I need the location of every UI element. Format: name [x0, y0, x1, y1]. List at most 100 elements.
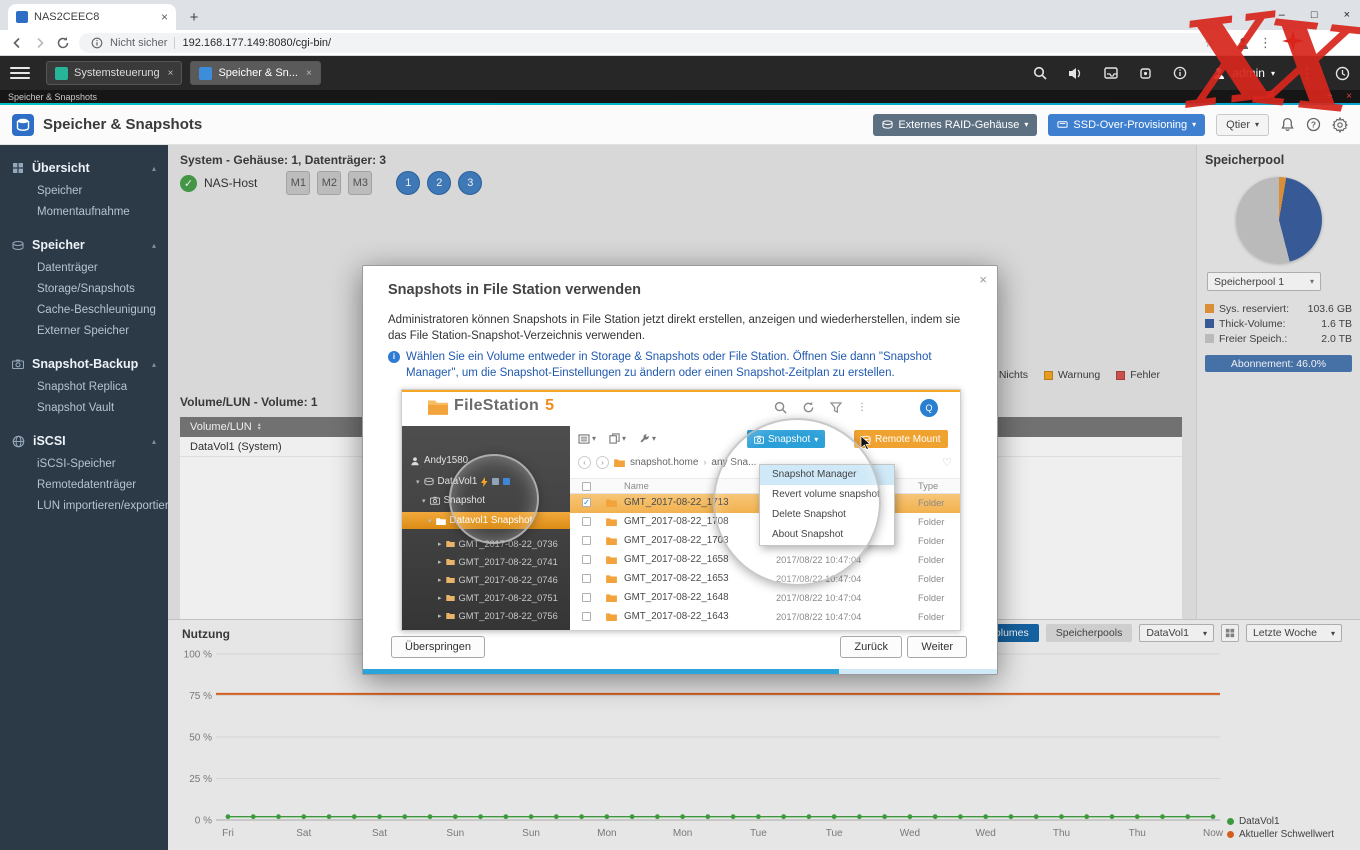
sidebar-item-datentraeger[interactable]: Datenträger: [0, 258, 168, 279]
file-row[interactable]: GMT_2017-08-22_1648 2017/08/22 10:47:04 …: [570, 589, 960, 608]
browser-profile-icon[interactable]: [1236, 36, 1250, 50]
notifications-icon[interactable]: [1173, 66, 1187, 80]
row-checkbox[interactable]: [582, 574, 591, 583]
tools-wrench-button[interactable]: ▾: [639, 433, 656, 444]
tree-item-gmt-snapshot[interactable]: ▸ GMT_2017-08-22_0751: [402, 589, 570, 606]
more-options-icon[interactable]: ⋮: [857, 402, 867, 413]
site-info-icon[interactable]: [91, 37, 103, 49]
menu-item-delete-snapshot[interactable]: Delete Snapshot: [760, 505, 894, 525]
dialog-close-icon[interactable]: ×: [979, 272, 987, 287]
browser-refresh-button[interactable]: [56, 36, 70, 50]
skip-button[interactable]: Überspringen: [391, 636, 486, 658]
external-raid-button[interactable]: Externes RAID-Gehäuse ▾: [873, 113, 1038, 136]
tab-close-icon[interactable]: ×: [161, 10, 168, 24]
menu-item-revert-volume-snapshot[interactable]: Revert volume snapshot: [760, 485, 894, 505]
sidebar-item-storage-snapshots[interactable]: Storage/Snapshots: [0, 279, 168, 300]
browser-forward-button[interactable]: [33, 36, 47, 50]
back-button[interactable]: ‹: [578, 455, 591, 469]
address-bar[interactable]: Nicht sicher 192.168.177.149:8080/cgi-bi…: [79, 32, 1227, 53]
app-tab-speicher-snapshots[interactable]: Speicher & Sn... ×: [190, 61, 321, 85]
filter-icon[interactable]: [830, 402, 842, 413]
filestation-screenshot: FileStation 5 ⋮ Q Andy1580 ▾ DataVol1 ▾ …: [401, 389, 961, 631]
sidebar-item-speicher[interactable]: Speicher: [0, 181, 168, 202]
tree-item-gmt-snapshot[interactable]: ▸ GMT_2017-08-22_0736: [402, 535, 570, 552]
next-button[interactable]: Weiter: [907, 636, 967, 658]
menu-item-snapshot-manager[interactable]: Snapshot Manager: [760, 465, 894, 485]
sidebar-item-cache-beschleunigung[interactable]: Cache-Beschleunigung: [0, 300, 168, 321]
bookmark-star-icon[interactable]: ☆: [1204, 36, 1215, 50]
column-name[interactable]: Name: [624, 481, 649, 491]
browser-menu-icon[interactable]: ⋮: [1259, 35, 1272, 51]
tree-item-gmt-snapshot[interactable]: ▸GMT_2017-08-22_0801: [402, 625, 570, 631]
row-checkbox[interactable]: [582, 612, 591, 621]
tree-item-snapshot[interactable]: ▾ Snapshot: [402, 492, 570, 509]
external-device-icon[interactable]: [1139, 67, 1152, 80]
browser-tab[interactable]: NAS2CEEC8 ×: [8, 4, 176, 30]
forward-button[interactable]: ›: [596, 455, 609, 469]
search-icon[interactable]: [1033, 66, 1047, 80]
sidebar-item-lun-import-export[interactable]: LUN importieren/exportier: [0, 496, 168, 517]
new-tab-button[interactable]: +: [182, 5, 206, 29]
sidebar-group-iscsi[interactable]: iSCSI ▴: [0, 428, 168, 454]
ssd-over-provisioning-button[interactable]: SSD-Over-Provisioning ▾: [1048, 113, 1206, 136]
sidebar-item-snapshot-vault[interactable]: Snapshot Vault: [0, 398, 168, 419]
tree-item-device[interactable]: Andy1580: [402, 452, 570, 469]
badge-icon: [503, 478, 511, 485]
tree-item-gmt-snapshot[interactable]: ▸ GMT_2017-08-22_0746: [402, 571, 570, 588]
copy-button[interactable]: ▾: [609, 433, 626, 444]
tree-item-datavol1[interactable]: ▾ DataVol1: [402, 473, 570, 490]
snapshot-dropdown-button[interactable]: Snapshot ▾: [747, 430, 826, 448]
window-maximize-button[interactable]: □: [1311, 9, 1318, 21]
sidebar-item-remotedatentraeger[interactable]: Remotedatenträger: [0, 475, 168, 496]
row-checkbox[interactable]: [582, 593, 591, 602]
tab-close-icon[interactable]: ×: [168, 68, 174, 79]
tree-item-gmt-snapshot[interactable]: ▸ GMT_2017-08-22_0741: [402, 553, 570, 570]
background-tasks-icon[interactable]: [1104, 67, 1118, 79]
window-close-icon[interactable]: ×: [1346, 91, 1352, 102]
user-menu[interactable]: admin ▾: [1208, 66, 1279, 80]
sidebar-item-externer-speicher[interactable]: Externer Speicher: [0, 321, 168, 342]
breadcrumb-item[interactable]: snapshot.home: [630, 457, 698, 468]
sidebar-item-momentaufnahme[interactable]: Momentaufnahme: [0, 202, 168, 223]
file-row[interactable]: GMT_2017-08-22_1658 2017/08/22 10:47:04 …: [570, 551, 960, 570]
bell-icon[interactable]: [1280, 117, 1295, 132]
file-row[interactable]: GMT_2017-08-22_1653 2017/08/22 10:47:04 …: [570, 570, 960, 589]
refresh-icon[interactable]: [802, 401, 815, 414]
volume-icon[interactable]: [1068, 67, 1083, 80]
help-icon[interactable]: ?: [1306, 117, 1321, 132]
browser-back-button[interactable]: [10, 36, 24, 50]
sidebar-group-speicher[interactable]: Speicher ▴: [0, 232, 168, 258]
tab-close-icon[interactable]: ×: [306, 68, 312, 79]
window-minimize-button[interactable]: –: [1279, 9, 1285, 21]
dashboard-icon[interactable]: [1335, 66, 1350, 81]
row-checkbox[interactable]: [582, 555, 591, 564]
row-checkbox[interactable]: [582, 517, 591, 526]
select-all-checkbox[interactable]: [582, 482, 591, 491]
window-close-button[interactable]: ×: [1344, 9, 1350, 21]
qtier-button[interactable]: Qtier ▾: [1216, 113, 1269, 136]
tree-item-datavol1-snapshot[interactable]: ▾ Datavol1 Snapshot: [402, 512, 570, 529]
qnap-account-icon[interactable]: Q: [920, 399, 938, 417]
menu-item-about-snapshot[interactable]: About Snapshot: [760, 525, 894, 545]
favorite-heart-icon[interactable]: ♡: [942, 456, 952, 469]
tree-item-gmt-snapshot[interactable]: ▸ GMT_2017-08-22_0756: [402, 607, 570, 624]
folder-icon: [446, 630, 455, 631]
row-checkbox[interactable]: ✓: [582, 498, 591, 507]
breadcrumb-item[interactable]: any Sna...: [711, 457, 756, 468]
file-row[interactable]: GMT_2017-08-22_1643 2017/08/22 10:47:04 …: [570, 608, 960, 627]
settings-gear-icon[interactable]: [1332, 116, 1348, 133]
search-icon[interactable]: [774, 401, 787, 414]
sidebar-group-uebersicht[interactable]: Übersicht ▴: [0, 155, 168, 181]
row-checkbox[interactable]: [582, 536, 591, 545]
sidebar-group-snapshot-backup[interactable]: Snapshot-Backup ▴: [0, 351, 168, 377]
back-button[interactable]: Zurück: [840, 636, 902, 658]
window-add-icon[interactable]: +: [1326, 91, 1332, 102]
view-mode-button[interactable]: ▾: [578, 433, 596, 444]
column-type[interactable]: Type: [918, 481, 938, 491]
main-menu-icon[interactable]: [10, 67, 30, 79]
app-tab-systemsteuerung[interactable]: Systemsteuerung ×: [46, 61, 183, 85]
sidebar-item-iscsi-speicher[interactable]: iSCSI-Speicher: [0, 454, 168, 475]
sidebar-item-snapshot-replica[interactable]: Snapshot Replica: [0, 377, 168, 398]
mouse-cursor-icon: [860, 436, 871, 450]
more-options-icon[interactable]: ⋮: [1300, 65, 1314, 82]
